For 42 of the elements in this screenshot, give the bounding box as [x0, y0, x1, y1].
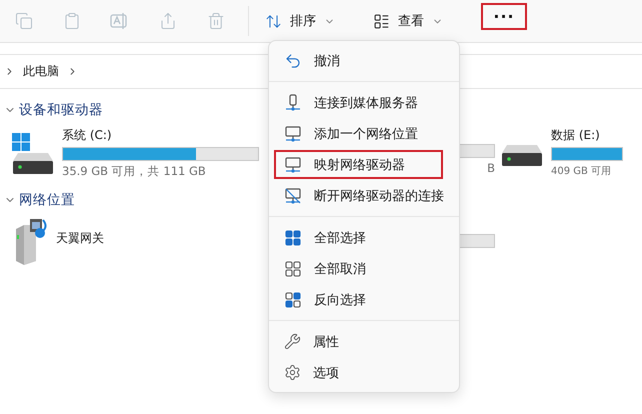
menu-item[interactable]: 断开网络驱动器的连接 [274, 181, 454, 210]
hard-drive-icon [501, 143, 543, 167]
media-server-icon [284, 94, 302, 112]
menu-item[interactable]: 映射网络驱动器 [274, 150, 443, 179]
group-header[interactable]: 设备和驱动器 [4, 99, 103, 121]
view-icon [373, 12, 390, 30]
hard-drive-icon [12, 151, 54, 175]
group-header[interactable]: 网络位置 [4, 189, 75, 211]
menu-item[interactable]: 反向选择 [274, 285, 454, 314]
menu-item[interactable]: 添加一个网络位置 [274, 119, 454, 148]
menu-item[interactable]: 属性 [274, 327, 454, 356]
device-name: 天翼网关 [56, 231, 104, 245]
network-drive-icon [284, 156, 302, 174]
copy-icon [15, 12, 33, 30]
sort-button[interactable]: 排序 [259, 4, 341, 38]
menu-item[interactable]: 全部取消 [274, 254, 454, 283]
wrench-icon [284, 333, 301, 350]
storage-info: 409 GB 可用 [551, 165, 612, 178]
settings-icon [284, 364, 301, 381]
menu-item[interactable]: 选项 [274, 358, 454, 387]
clipboard-icon [63, 12, 81, 30]
delete-icon [207, 12, 225, 30]
disconnect-drive-icon [284, 186, 302, 204]
menu-item[interactable]: 撤消 [274, 46, 454, 75]
menu-item[interactable]: 全部选择 [274, 223, 454, 252]
drive-name: 数据 (E:) [551, 127, 601, 144]
network-monitor-icon [284, 124, 302, 142]
undo-icon [284, 52, 302, 70]
select-none-icon [284, 260, 302, 278]
windows-logo-icon [12, 133, 30, 151]
storage-info: 35.9 GB 可用，共 111 GB [62, 164, 207, 179]
sort-icon [265, 12, 282, 30]
media-device-icon [14, 217, 48, 265]
select-all-icon [284, 228, 302, 246]
view-button[interactable]: 查看 [367, 4, 449, 38]
drive-name: 系统 (C:) [62, 127, 113, 144]
storage-info: B [487, 161, 495, 175]
invert-selection-icon [284, 290, 302, 308]
menu-item[interactable]: 连接到媒体服务器 [274, 88, 454, 117]
breadcrumb-item[interactable]: 此电脑 [23, 63, 59, 80]
share-icon [159, 12, 177, 30]
more-button[interactable]: ··· [481, 2, 527, 30]
